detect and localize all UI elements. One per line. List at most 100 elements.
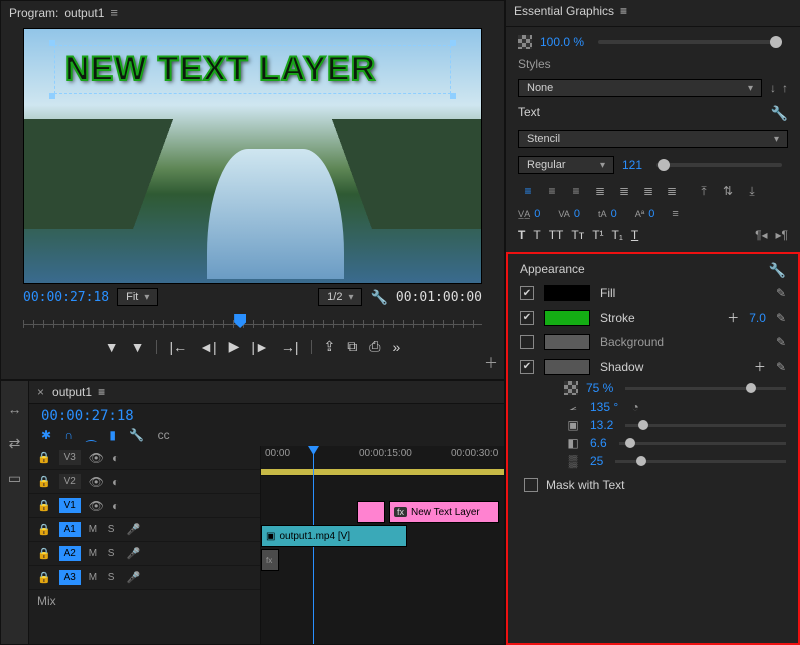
lock-icon[interactable]: 🔒 [37, 523, 51, 536]
button-editor-plus-icon[interactable]: ＋ [484, 353, 498, 373]
text-layer-text[interactable]: NEW TEXT LAYER [65, 50, 376, 88]
resolution-dropdown[interactable]: 1/2 ▾ [318, 288, 362, 306]
clip-video[interactable]: ▣ output1.mp4 [V] [261, 525, 407, 547]
font-size-slider[interactable] [656, 163, 782, 167]
opacity-value[interactable]: 100.0 % [540, 35, 584, 49]
track-header-a3[interactable]: 🔒 A3 M S 🎤 [29, 566, 260, 590]
toggle-track-output-icon[interactable]: 👁 [89, 499, 104, 513]
toggle-track-output-icon[interactable]: 👁 [89, 451, 104, 465]
shadow-angle[interactable]: 135 ° [590, 400, 618, 414]
cc-icon[interactable]: cc [158, 428, 170, 442]
baseline-field[interactable]: Aª0 [635, 208, 655, 220]
opacity-slider[interactable] [598, 40, 782, 44]
smallcaps-icon[interactable]: Tᴛ [571, 228, 584, 242]
eyedropper-icon[interactable]: ✎ [776, 286, 786, 300]
shadow-distance-slider[interactable] [625, 424, 786, 427]
appearance-settings-icon[interactable]: 🔧 [769, 262, 786, 279]
mic-icon[interactable]: 🎤 [126, 523, 140, 536]
tracking-field[interactable]: VA0 [558, 208, 580, 220]
mute-solo[interactable]: M S [89, 548, 119, 559]
panel-menu-icon[interactable]: ≡ [110, 5, 118, 20]
mute-solo[interactable]: M S [89, 572, 119, 583]
text-settings-icon[interactable]: 🔧 [771, 105, 788, 122]
timeline-tab[interactable]: × output1 ≡ [29, 381, 504, 404]
shadow-blur[interactable]: 25 [590, 454, 603, 468]
add-stroke-icon[interactable]: ＋ [727, 309, 739, 326]
mic-icon[interactable]: 🎤 [126, 571, 140, 584]
track-header-a2[interactable]: 🔒 A2 M S 🎤 [29, 542, 260, 566]
ripple-tool-icon[interactable]: ⇄ [9, 435, 21, 452]
toggle-track-output-icon[interactable]: 👁 [89, 475, 104, 489]
subscript-icon[interactable]: T₁ [612, 228, 623, 242]
step-back-button[interactable]: ◄| [199, 339, 217, 355]
mark-in-button[interactable]: ▼ [105, 339, 119, 355]
text-layer-bounding-box[interactable]: NEW TEXT LAYER [54, 45, 451, 94]
push-style-up-icon[interactable]: ↑ [782, 81, 788, 95]
stroke-color-swatch[interactable] [544, 310, 590, 326]
more-transport-icon[interactable]: » [392, 339, 400, 355]
align-right-icon[interactable]: ≡ [566, 182, 586, 200]
track-label[interactable]: V3 [59, 450, 81, 465]
styles-dropdown[interactable]: None ▾ [518, 79, 762, 97]
background-checkbox[interactable] [520, 335, 534, 349]
fill-checkbox[interactable]: ✔ [520, 286, 534, 300]
mark-out-button[interactable]: ▼ [131, 339, 145, 355]
step-forward-button[interactable]: |► [251, 339, 269, 355]
settings-wrench-icon[interactable]: 🔧 [370, 289, 387, 306]
stroke-checkbox[interactable]: ✔ [520, 311, 534, 325]
track-label[interactable]: A3 [59, 570, 81, 585]
lock-icon[interactable]: 🔒 [37, 571, 51, 584]
mask-checkbox[interactable] [524, 478, 538, 492]
eyedropper-icon[interactable]: ✎ [776, 335, 786, 349]
underline-icon[interactable]: T [631, 228, 638, 242]
mute-solo[interactable]: M S [89, 524, 119, 535]
wrench-icon[interactable]: 🔧 [129, 428, 144, 442]
shadow-blur-slider[interactable] [615, 460, 786, 463]
extract-button[interactable]: ⧉ [347, 338, 357, 355]
clip-text-layer[interactable]: fx New Text Layer [389, 501, 499, 523]
add-shadow-icon[interactable]: ＋ [754, 358, 766, 375]
eye-icon[interactable]: ◐ [112, 499, 119, 513]
clip-audio[interactable]: fx [261, 549, 279, 571]
superscript-icon[interactable]: T¹ [592, 228, 603, 242]
font-family-dropdown[interactable]: Stencil ▾ [518, 130, 788, 148]
play-button[interactable]: ▶ [229, 338, 240, 355]
track-header-a1[interactable]: 🔒 A1 M S 🎤 [29, 518, 260, 542]
track-header-v2[interactable]: 🔒 V2 👁 ◐ [29, 470, 260, 494]
eyedropper-icon[interactable]: ✎ [776, 360, 786, 374]
go-to-in-button[interactable]: |← [169, 339, 187, 355]
justify-last-center-icon[interactable]: ≣ [614, 182, 634, 200]
background-color-swatch[interactable] [544, 334, 590, 350]
program-scrub-bar[interactable] [23, 314, 482, 336]
zoom-fit-dropdown[interactable]: Fit ▾ [117, 288, 158, 306]
time-ruler[interactable]: 00:00 00:00:15:00 00:00:30:0 [261, 446, 504, 476]
vertical-align-middle-icon[interactable]: ⇅ [718, 182, 738, 200]
timeline-current-timecode[interactable]: 00:00:27:18 [41, 408, 134, 424]
faux-bold-icon[interactable]: T [518, 228, 525, 242]
selection-tool-icon[interactable]: ↔ [8, 401, 22, 417]
push-style-down-icon[interactable]: ↓ [770, 81, 776, 95]
lock-icon[interactable]: 🔒 [37, 451, 51, 464]
font-size-value[interactable]: 121 [622, 158, 642, 172]
timeline-track-area[interactable]: 00:00 00:00:15:00 00:00:30:0 fx New Text… [261, 446, 504, 644]
allcaps-icon[interactable]: TT [549, 228, 564, 242]
track-label[interactable]: V1 [59, 498, 81, 513]
shadow-opacity[interactable]: 75 % [586, 381, 613, 395]
lift-button[interactable]: ⇪ [324, 338, 336, 355]
faux-italic-icon[interactable]: T [533, 228, 540, 242]
lock-icon[interactable]: 🔒 [37, 475, 51, 488]
export-frame-button[interactable]: ⎙ [369, 338, 380, 355]
go-to-out-button[interactable]: →| [281, 339, 299, 355]
eye-icon[interactable]: ◐ [112, 451, 119, 465]
linked-selection-icon[interactable]: ⁔ [86, 428, 96, 442]
stroke-width[interactable]: 7.0 [749, 311, 766, 325]
snap-icon[interactable]: ✱ [41, 428, 51, 442]
shadow-checkbox[interactable]: ✔ [520, 360, 534, 374]
justify-all-icon[interactable]: ≣ [662, 182, 682, 200]
align-center-icon[interactable]: ≡ [542, 182, 562, 200]
tab-close-icon[interactable]: × [37, 385, 44, 399]
track-header-v3[interactable]: 🔒 V3 👁 ◐ [29, 446, 260, 470]
marker-icon[interactable]: ▮ [109, 428, 116, 442]
rtl-icon[interactable]: ¶◂ [755, 228, 767, 242]
vertical-align-bottom-icon[interactable]: ⤓ [742, 182, 762, 200]
